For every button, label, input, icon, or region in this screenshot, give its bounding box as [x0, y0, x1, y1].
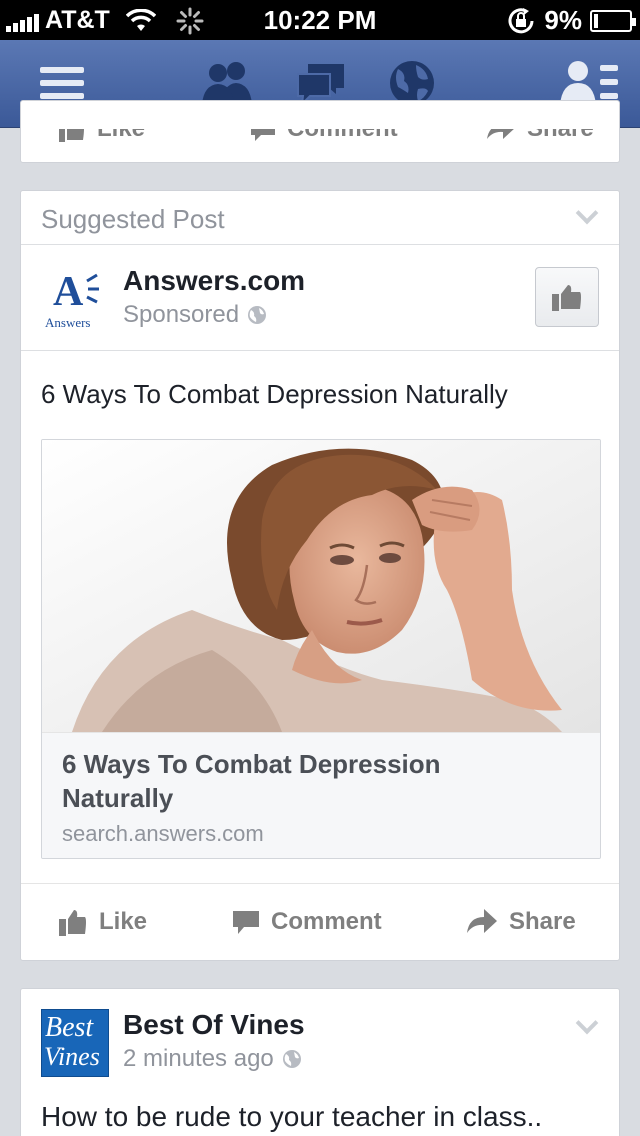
public-globe-icon [282, 1050, 301, 1068]
post-meta: 2 minutes ago [123, 1045, 302, 1073]
like-label: Like [99, 908, 148, 935]
suggested-post-card: Suggested Post A Answers Answers.com Spo… [20, 190, 620, 961]
post-options-chevron-icon[interactable] [575, 201, 599, 225]
prev-share-label: Share [527, 129, 594, 143]
link-preview-caption: 6 Ways To Combat Depression Naturally se… [42, 732, 600, 858]
link-preview-image [42, 440, 600, 732]
battery-fill [594, 13, 598, 28]
comment-button[interactable]: Comment [233, 908, 382, 936]
post-message: 6 Ways To Combat Depression Naturally [41, 379, 508, 409]
sponsored-label: Sponsored [123, 301, 240, 328]
logo-line-1: Best [45, 1012, 94, 1043]
logo-line-2: Vines [44, 1042, 100, 1071]
prev-like-button[interactable]: Like [59, 129, 145, 143]
advertiser-row: A Answers Answers.com Sponsored [21, 245, 619, 351]
prev-comment-label: Comment [287, 129, 398, 143]
prev-like-label: Like [97, 129, 145, 143]
post-timestamp[interactable]: 2 minutes ago [123, 1045, 274, 1073]
share-button[interactable]: Share [467, 908, 576, 936]
best-of-vines-logo[interactable]: Best Vines [41, 1009, 109, 1077]
status-right: 9% [506, 5, 636, 36]
comment-bubble-icon [233, 911, 259, 934]
share-label: Share [509, 908, 576, 935]
thumbs-up-icon [552, 285, 581, 311]
previous-post-actions: Like Comment Share [21, 129, 619, 143]
page-name[interactable]: Best Of Vines [123, 1009, 305, 1041]
public-globe-icon [248, 306, 267, 324]
answers-a-icon: A [53, 269, 99, 315]
previous-post-card: Like Comment Share [20, 100, 620, 163]
link-domain: search.answers.com [62, 821, 264, 846]
comment-label: Comment [271, 908, 382, 935]
battery-percent: 9% [544, 5, 582, 35]
post-message: How to be rude to your teacher in class.… [41, 1101, 543, 1132]
link-title: 6 Ways To Combat Depression Naturally [62, 749, 441, 813]
link-preview[interactable]: 6 Ways To Combat Depression Naturally se… [41, 439, 601, 859]
like-button[interactable]: Like [59, 908, 147, 936]
answers-logo-text: Answers [45, 315, 91, 330]
answers-logo[interactable]: A Answers [43, 267, 107, 331]
sponsored-line: Sponsored [123, 301, 267, 329]
best-of-vines-post-card: Best Vines Best Of Vines 2 minutes ago H… [20, 988, 620, 1136]
advertiser-name[interactable]: Answers.com [123, 265, 305, 297]
battery-icon [590, 9, 636, 32]
suggested-post-header: Suggested Post [21, 191, 619, 245]
suggested-post-actions: Like Comment Share [21, 883, 619, 961]
prev-share-button[interactable]: Share [487, 129, 594, 143]
status-bar: AT&T 10:22 PM 9% [0, 0, 640, 40]
suggested-post-label: Suggested Post [41, 204, 225, 234]
rotation-lock-icon [508, 7, 534, 33]
like-thumb-icon [59, 910, 86, 936]
prev-comment-button[interactable]: Comment [251, 129, 398, 143]
svg-text:A: A [53, 269, 84, 311]
post-options-chevron-icon[interactable] [575, 1011, 599, 1035]
like-page-button[interactable] [535, 267, 599, 327]
share-arrow-icon [467, 909, 497, 933]
